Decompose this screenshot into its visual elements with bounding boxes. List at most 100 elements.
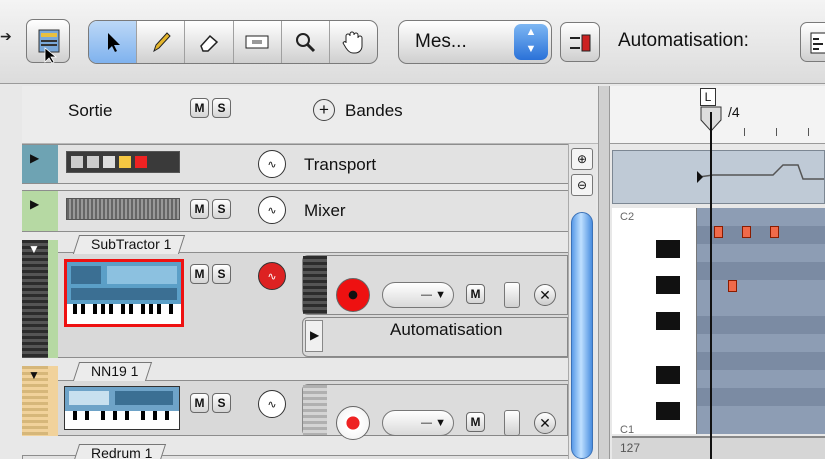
wave-icon[interactable]: ∿ — [258, 390, 286, 418]
track-name: Redrum 1 — [91, 445, 153, 459]
solo-button[interactable]: S — [212, 199, 231, 219]
arrow-icon — [107, 33, 120, 52]
track-name-tab: Redrum 1 — [72, 444, 167, 459]
track-name: Mixer — [304, 201, 346, 220]
zoom-out-icon: ⊖ — [576, 178, 588, 192]
track-color-handle[interactable]: ▶ — [22, 145, 58, 183]
grid-row — [697, 262, 825, 280]
lane-mute-button[interactable]: M — [466, 284, 485, 304]
automation-button[interactable] — [800, 22, 825, 62]
hand-tool-button[interactable] — [330, 21, 377, 63]
dropdown-arrow-icon: — ▼ — [421, 417, 446, 429]
left-locator-marker[interactable]: L — [700, 88, 716, 106]
note-label-c2: C2 — [620, 211, 635, 223]
track-color-handle[interactable]: ▶ — [22, 191, 58, 231]
track-color-strip — [48, 366, 58, 436]
track-color-strip — [48, 240, 58, 358]
lane-slider[interactable] — [504, 282, 520, 308]
collapse-triangle-icon: ▼ — [28, 242, 40, 256]
add-lane-button[interactable]: + — [313, 99, 335, 121]
zoom-out-button[interactable]: ⊖ — [571, 174, 593, 196]
wave-icon: ∿ — [258, 196, 286, 224]
razor-icon — [245, 35, 269, 49]
remove-lane-button[interactable]: ✕ — [534, 284, 556, 306]
magnify-tool-button[interactable] — [282, 21, 330, 63]
note-label-c1: C1 — [620, 424, 635, 436]
transport-device-icon — [66, 151, 180, 173]
track-grip[interactable]: ▼ — [22, 240, 48, 358]
black-key[interactable] — [656, 366, 680, 384]
lane-grip[interactable] — [303, 256, 327, 314]
switch-arrows-icon — [570, 34, 591, 52]
zoom-in-button[interactable]: ⊕ — [571, 148, 593, 170]
grid-row — [697, 352, 825, 370]
track-name-tab: NN19 1 — [72, 362, 153, 381]
lane-grip[interactable] — [303, 385, 327, 435]
midi-note[interactable] — [714, 226, 723, 238]
ruler-tick — [808, 128, 809, 136]
pencil-tool-button[interactable] — [137, 21, 186, 63]
pointer-indicator-icon: ➔ — [0, 28, 12, 44]
lane-expand-button[interactable]: ▶ — [305, 320, 323, 352]
master-solo-button[interactable]: S — [212, 98, 231, 118]
lane-mute-button[interactable]: M — [466, 412, 485, 432]
stepper-arrows-icon: ▲ ▼ — [514, 24, 548, 60]
playhead — [710, 112, 712, 459]
record-enable-wave-icon[interactable]: ∿ — [258, 262, 286, 290]
master-mute-button[interactable]: M — [190, 98, 209, 118]
lane-slider[interactable] — [504, 410, 520, 436]
mute-button[interactable]: M — [190, 393, 209, 413]
dropdown-arrow-icon: — ▼ — [421, 289, 446, 301]
razor-tool-button[interactable] — [234, 21, 282, 63]
track-name: NN19 1 — [91, 363, 139, 379]
remove-lane-button[interactable]: ✕ — [534, 412, 556, 434]
lane-select-popup[interactable]: — ▼ — [382, 410, 454, 436]
pane-divider[interactable] — [598, 86, 610, 459]
record-button[interactable] — [336, 406, 370, 440]
mute-button[interactable]: M — [190, 264, 209, 284]
black-key[interactable] — [656, 312, 680, 330]
black-key[interactable] — [656, 240, 680, 258]
midi-note[interactable] — [770, 226, 779, 238]
nn19-device-icon — [64, 386, 180, 430]
track-name-tab: SubTractor 1 — [72, 235, 186, 254]
edit-mode-select[interactable]: Mes... ▲ ▼ — [398, 20, 552, 64]
sequencer-view-button[interactable] — [26, 19, 70, 64]
automation-curve-lane[interactable] — [612, 150, 825, 204]
eraser-icon — [200, 34, 219, 52]
automation-lane-label: Automatisation — [390, 320, 503, 339]
velocity-value: 127 — [620, 441, 641, 455]
expand-triangle-icon: ▶ — [30, 197, 40, 211]
hand-icon — [342, 31, 363, 54]
scrollbar-thumb[interactable] — [571, 212, 593, 459]
track-name: SubTractor 1 — [91, 236, 172, 252]
time-signature-label: /4 — [728, 104, 740, 120]
collapse-triangle-icon: ▼ — [28, 368, 40, 382]
black-key[interactable] — [656, 402, 680, 420]
solo-button[interactable]: S — [212, 264, 231, 284]
arrow-tool-button[interactable] — [89, 21, 138, 63]
edit-mode-value: Mes... — [415, 31, 467, 52]
midi-note[interactable] — [742, 226, 751, 238]
switch-view-button[interactable] — [560, 22, 600, 62]
expand-triangle-icon: ▶ — [30, 151, 40, 165]
record-button[interactable] — [336, 278, 370, 312]
midi-note[interactable] — [728, 280, 737, 292]
solo-button[interactable]: S — [212, 393, 231, 413]
lane-select-popup[interactable]: — ▼ — [382, 282, 454, 308]
subtractor-device-icon — [64, 259, 184, 327]
automation-label: Automatisation: — [618, 30, 749, 51]
ruler-tick — [776, 128, 777, 136]
automation-icon — [810, 32, 825, 54]
velocity-lane[interactable]: 127 — [612, 436, 825, 459]
piano-keyboard[interactable] — [612, 208, 697, 434]
mixer-device-icon — [66, 198, 180, 220]
mute-button[interactable]: M — [190, 199, 209, 219]
grid-row — [697, 316, 825, 334]
magnify-icon — [296, 33, 316, 53]
expand-triangle-icon: ▶ — [310, 328, 320, 342]
track-grip[interactable]: ▼ — [22, 366, 48, 436]
eraser-tool-button[interactable] — [185, 21, 234, 63]
pencil-icon — [152, 32, 171, 53]
black-key[interactable] — [656, 276, 680, 294]
